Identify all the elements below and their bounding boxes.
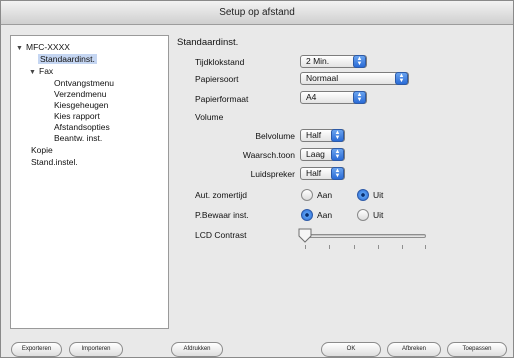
waarschuwingstoon-popup[interactable]: Laag ▲ ▼ <box>300 148 345 161</box>
zomertijd-aan-label: Aan <box>317 190 333 200</box>
luidspreker-popup[interactable]: Half ▲ ▼ <box>300 167 345 180</box>
papierformaat-label: Papierformaat <box>195 94 249 104</box>
bewaar-aan-radio[interactable] <box>301 209 313 221</box>
tree-item-verzendmenu[interactable]: Verzendmenu <box>54 89 106 100</box>
bewaar-label: P.Bewaar inst. <box>195 210 249 220</box>
tree-item-label: Verzendmenu <box>54 89 107 99</box>
volume-label: Volume <box>195 112 224 122</box>
slider-tick <box>425 245 426 249</box>
papierformaat-popup[interactable]: A4 ▲ ▼ <box>300 91 367 104</box>
slider-tick <box>329 245 330 249</box>
tijdklokstand-value: 2 Min. <box>306 56 330 66</box>
papiersoort-label: Papiersoort <box>195 74 239 84</box>
slider-tick <box>354 245 355 249</box>
slider-tick <box>402 245 403 249</box>
disclosure-triangle-icon[interactable]: ▼ <box>29 67 39 78</box>
remote-setup-window: Setup op afstand ▼ MFC-XXXX Standaardinst… <box>0 0 514 358</box>
bewaar-uit-label: Uit <box>373 210 384 220</box>
papierformaat-value: A4 <box>306 92 317 102</box>
tijdklokstand-label: Tijdklokstand <box>195 57 245 67</box>
tree-item-label: Kopie <box>31 145 53 155</box>
lcd-contrast-label: LCD Contrast <box>195 230 247 240</box>
tree-item-kiesgeheugen[interactable]: Kiesgeheugen <box>54 100 108 111</box>
updown-arrows-icon: ▲ ▼ <box>353 91 366 104</box>
updown-arrows-icon: ▲ ▼ <box>353 55 366 68</box>
apply-button[interactable]: Toepassen <box>447 342 507 357</box>
tree-item-label: Beantw. inst. <box>54 133 103 143</box>
tree-item-label: Ontvangstmenu <box>54 78 115 88</box>
tree-item-fax[interactable]: ▼ Fax <box>29 66 53 77</box>
disclosure-triangle-icon[interactable]: ▼ <box>16 43 26 54</box>
luidspreker-label: Luidspreker <box>250 169 295 179</box>
zomertijd-uit-radio[interactable] <box>357 189 369 201</box>
tijdklokstand-popup[interactable]: 2 Min. ▲ ▼ <box>300 55 367 68</box>
tree-item-label: Standaardinst. <box>38 54 97 64</box>
belvolume-label: Belvolume <box>255 131 295 141</box>
updown-arrows-icon: ▲ ▼ <box>331 129 344 142</box>
updown-arrows-icon: ▲ ▼ <box>331 167 344 180</box>
window-title: Setup op afstand <box>1 1 513 25</box>
tree-item-label: Stand.instel. <box>31 157 78 167</box>
belvolume-popup[interactable]: Half ▲ ▼ <box>300 129 345 142</box>
zomertijd-aan-radio[interactable] <box>301 189 313 201</box>
slider-thumb-icon[interactable] <box>298 228 312 243</box>
belvolume-value: Half <box>306 130 322 140</box>
tree-item-kies-rapport[interactable]: Kies rapport <box>54 111 100 122</box>
slider-tick <box>305 245 306 249</box>
papiersoort-popup[interactable]: Normaal ▲ ▼ <box>300 72 409 85</box>
zomertijd-label: Aut. zomertijd <box>195 190 247 200</box>
import-button[interactable]: Importeren <box>69 342 123 357</box>
tree-item-kopie[interactable]: Kopie <box>31 145 53 156</box>
tree-root-label: MFC-XXXX <box>26 42 70 52</box>
tree-item-label: Kiesgeheugen <box>54 100 109 110</box>
tree-item-label: Kies rapport <box>54 111 100 121</box>
waarschuwingstoon-value: Laag <box>306 149 325 159</box>
export-button[interactable]: Exporteren <box>11 342 62 357</box>
settings-tree[interactable]: ▼ MFC-XXXX Standaardinst. ▼ Fax Ontvangstm… <box>10 35 169 329</box>
section-title: Standaardinst. <box>177 37 239 48</box>
papiersoort-value: Normaal <box>306 73 339 83</box>
waarschuwingstoon-label: Waarsch.toon <box>242 150 295 160</box>
zomertijd-uit-label: Uit <box>373 190 384 200</box>
lcd-contrast-slider[interactable] <box>301 234 426 238</box>
print-button[interactable]: Afdrukken <box>171 342 223 357</box>
tree-item-beantw-inst[interactable]: Beantw. inst. <box>54 133 102 144</box>
tree-item-standaardinst[interactable]: Standaardinst. <box>38 54 97 65</box>
updown-arrows-icon: ▲ ▼ <box>331 148 344 161</box>
bewaar-aan-label: Aan <box>317 210 333 220</box>
tree-root-mfc[interactable]: ▼ MFC-XXXX <box>16 42 70 53</box>
tree-item-afstandsopties[interactable]: Afstandsopties <box>54 122 110 133</box>
tree-item-label: Fax <box>39 66 54 76</box>
settings-panel: Standaardinst. Tijdklokstand 2 Min. ▲ ▼ P… <box>177 33 507 333</box>
cancel-button[interactable]: Afbreken <box>387 342 441 357</box>
ok-button[interactable]: OK <box>321 342 381 357</box>
tree-item-ontvangstmenu[interactable]: Ontvangstmenu <box>54 78 114 89</box>
tree-item-stand-instel[interactable]: Stand.instel. <box>31 157 78 168</box>
tree-item-label: Afstandsopties <box>54 122 110 132</box>
updown-arrows-icon: ▲ ▼ <box>395 72 408 85</box>
bewaar-uit-radio[interactable] <box>357 209 369 221</box>
slider-tick <box>378 245 379 249</box>
luidspreker-value: Half <box>306 168 322 178</box>
